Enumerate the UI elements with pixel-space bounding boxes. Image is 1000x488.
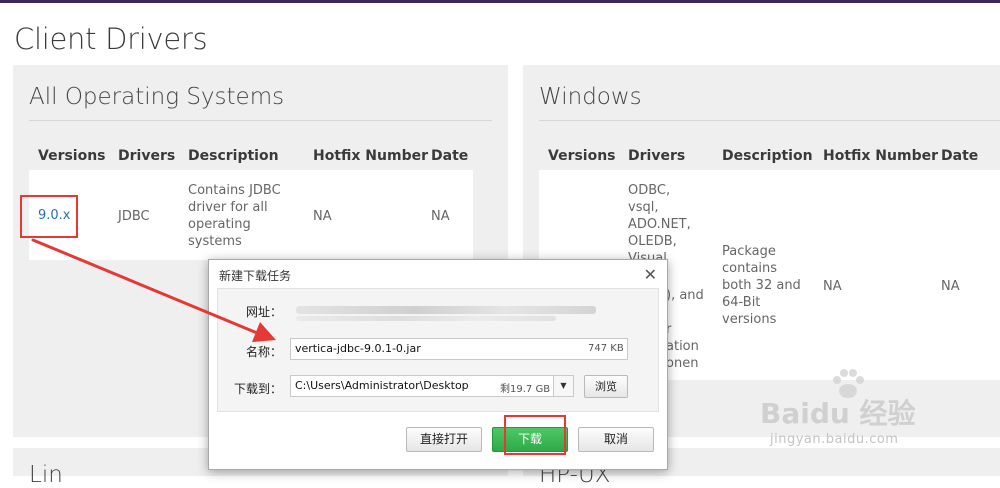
name-label: 名称：	[245, 345, 282, 359]
panel-all-os-title: All Operating Systems	[29, 84, 285, 110]
top-accent-bar	[0, 0, 1000, 3]
hotfix-cell: NA	[313, 209, 332, 224]
cancel-button[interactable]: 取消	[578, 427, 654, 452]
panel-linux-title-fragment: Lin	[29, 462, 63, 488]
win-col-header-versions: Versions	[548, 148, 616, 164]
win-col-header-date: Date	[941, 148, 979, 164]
url-label: 网址：	[245, 305, 282, 319]
win-drivers-cell: ODBC, vsql, ADO.NET, OLEDB, Visual	[628, 183, 691, 266]
col-header-versions: Versions	[38, 148, 106, 164]
browse-button[interactable]: 浏览	[584, 375, 628, 398]
col-header-date: Date	[431, 148, 469, 164]
page-title: Client Drivers	[14, 22, 208, 56]
win-col-header-drivers: Drivers	[628, 148, 686, 164]
filename-input[interactable]: vertica-jdbc-9.0.1-0.jar	[290, 338, 628, 360]
col-header-drivers: Drivers	[118, 148, 176, 164]
win-drivers-fragment-4: onen	[666, 356, 699, 371]
driver-cell: JDBC	[118, 209, 150, 224]
date-cell: NA	[431, 209, 450, 224]
highlight-box-download	[504, 415, 566, 455]
dialog-title: 新建下载任务	[219, 269, 292, 283]
win-drivers-fragment-3: ation	[666, 339, 699, 354]
url-field-blurred-2	[296, 316, 556, 321]
highlight-box-version	[20, 195, 78, 238]
win-hotfix-cell: NA	[823, 279, 842, 294]
open-directly-button[interactable]: 直接打开	[406, 427, 482, 452]
col-header-hotfix: Hotfix Number	[313, 148, 429, 164]
win-drivers-fragment-1: ), and	[666, 288, 704, 303]
download-dialog: 新建下载任务 ✕ 网址： 名称： vertica-jdbc-9.0.1-0.ja…	[208, 259, 668, 470]
file-size: 747 KB	[588, 343, 624, 354]
watermark-brand: Baidu 经验	[760, 397, 916, 430]
close-icon[interactable]: ✕	[644, 265, 657, 284]
description-cell: Contains JDBC driver for all operating s…	[188, 183, 281, 249]
chevron-down-icon[interactable]: ▼	[554, 375, 574, 397]
win-col-header-hotfix: Hotfix Number	[823, 148, 939, 164]
saveto-label: 下载到：	[233, 382, 282, 396]
panel-windows-divider	[539, 120, 1000, 121]
panel-all-os-divider	[29, 120, 492, 121]
win-description-cell: Package contains both 32 and 64-Bit vers…	[722, 244, 801, 327]
win-date-cell: NA	[941, 279, 960, 294]
free-space: 剩19.7 GB	[500, 384, 551, 395]
dialog-body: 网址： 名称： vertica-jdbc-9.0.1-0.jar 747 KB …	[217, 288, 659, 412]
win-col-header-description: Description	[722, 148, 813, 164]
url-field-blurred	[296, 306, 596, 314]
col-header-description: Description	[188, 148, 279, 164]
watermark-url: jingyan.baidu.com	[770, 432, 899, 447]
panel-windows-title: Windows	[539, 84, 642, 110]
